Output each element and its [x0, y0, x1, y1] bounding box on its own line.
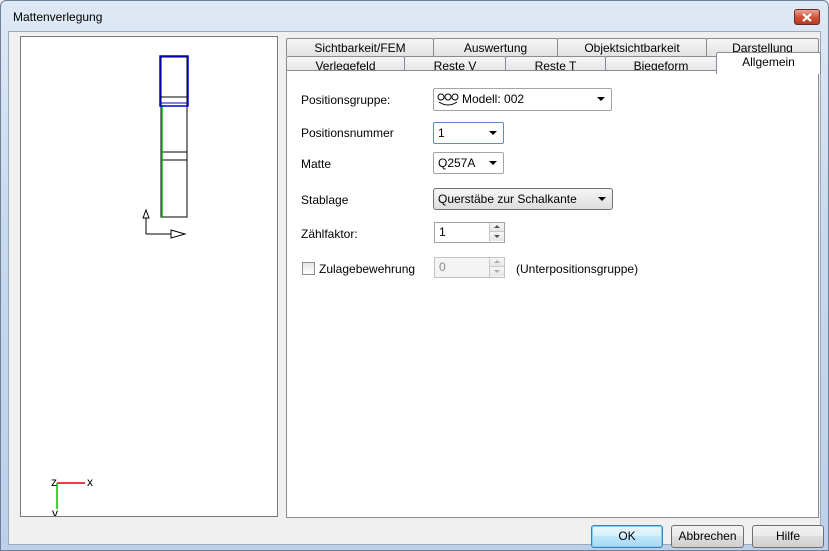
- cancel-button[interactable]: Abbrechen: [671, 525, 744, 548]
- zulage-spin-buttons: [489, 258, 504, 277]
- spin-down-icon[interactable]: [490, 232, 504, 241]
- zaehlfaktor-spin-buttons[interactable]: [489, 223, 504, 242]
- close-icon: [802, 12, 812, 22]
- tab-panel-allgemein: Positionsgruppe: Modell: 002 Positionsnu…: [286, 70, 819, 518]
- chevron-down-icon: [598, 197, 606, 201]
- chevron-down-icon: [489, 161, 497, 165]
- zulagebewehrung-label: Zulagebewehrung: [319, 262, 416, 276]
- positionsgruppe-label: Positionsgruppe:: [301, 93, 391, 107]
- positionsnummer-select[interactable]: 1: [433, 122, 504, 144]
- zaehlfaktor-stepper[interactable]: 1: [434, 222, 505, 243]
- window-title: Mattenverlegung: [13, 10, 103, 24]
- positionsgruppe-select[interactable]: Modell: 002: [433, 88, 612, 111]
- close-button[interactable]: [794, 9, 820, 25]
- dialog-window: Mattenverlegung z x y Sichtbarkeit/FEM A…: [0, 0, 829, 551]
- tab-sichtbarkeit-fem[interactable]: Sichtbarkeit/FEM: [286, 38, 434, 56]
- tab-allgemein[interactable]: Allgemein: [716, 52, 821, 74]
- zulagebewehrung-checkbox[interactable]: [302, 262, 315, 275]
- zulage-stepper: 0: [434, 257, 505, 278]
- spin-down-icon: [490, 267, 504, 276]
- stablage-select[interactable]: Querstäbe zur Schalkante: [433, 188, 613, 210]
- tab-control: Sichtbarkeit/FEM Auswertung Objektsichtb…: [9, 32, 822, 546]
- spin-up-icon[interactable]: [490, 223, 504, 232]
- zulage-value: 0: [439, 260, 446, 274]
- matte-select[interactable]: Q257A: [433, 152, 504, 174]
- matte-label: Matte: [301, 157, 332, 171]
- tab-auswertung[interactable]: Auswertung: [433, 38, 558, 56]
- tab-objektsichtbarkeit[interactable]: Objektsichtbarkeit: [557, 38, 707, 56]
- dialog-client-area: z x y Sichtbarkeit/FEM Auswertung Objekt…: [8, 31, 824, 548]
- stablage-label: Stablage: [301, 193, 349, 207]
- positionsnummer-value: 1: [438, 126, 445, 140]
- unterpositionsgruppe-label: (Unterpositionsgruppe): [516, 262, 639, 276]
- title-bar[interactable]: Mattenverlegung: [1, 1, 828, 31]
- matte-value: Q257A: [438, 156, 476, 170]
- zaehlfaktor-label: Zählfaktor:: [301, 227, 358, 241]
- spin-up-icon: [490, 258, 504, 267]
- model-group-icon: [437, 93, 459, 106]
- ok-button[interactable]: OK: [591, 525, 663, 548]
- chevron-down-icon: [597, 97, 605, 101]
- help-button[interactable]: Hilfe: [752, 525, 824, 548]
- stablage-value: Querstäbe zur Schalkante: [438, 192, 577, 206]
- zaehlfaktor-value: 1: [439, 225, 446, 239]
- chevron-down-icon: [489, 131, 497, 135]
- positionsgruppe-value: Modell: 002: [462, 92, 525, 106]
- positionsnummer-label: Positionsnummer: [301, 126, 394, 140]
